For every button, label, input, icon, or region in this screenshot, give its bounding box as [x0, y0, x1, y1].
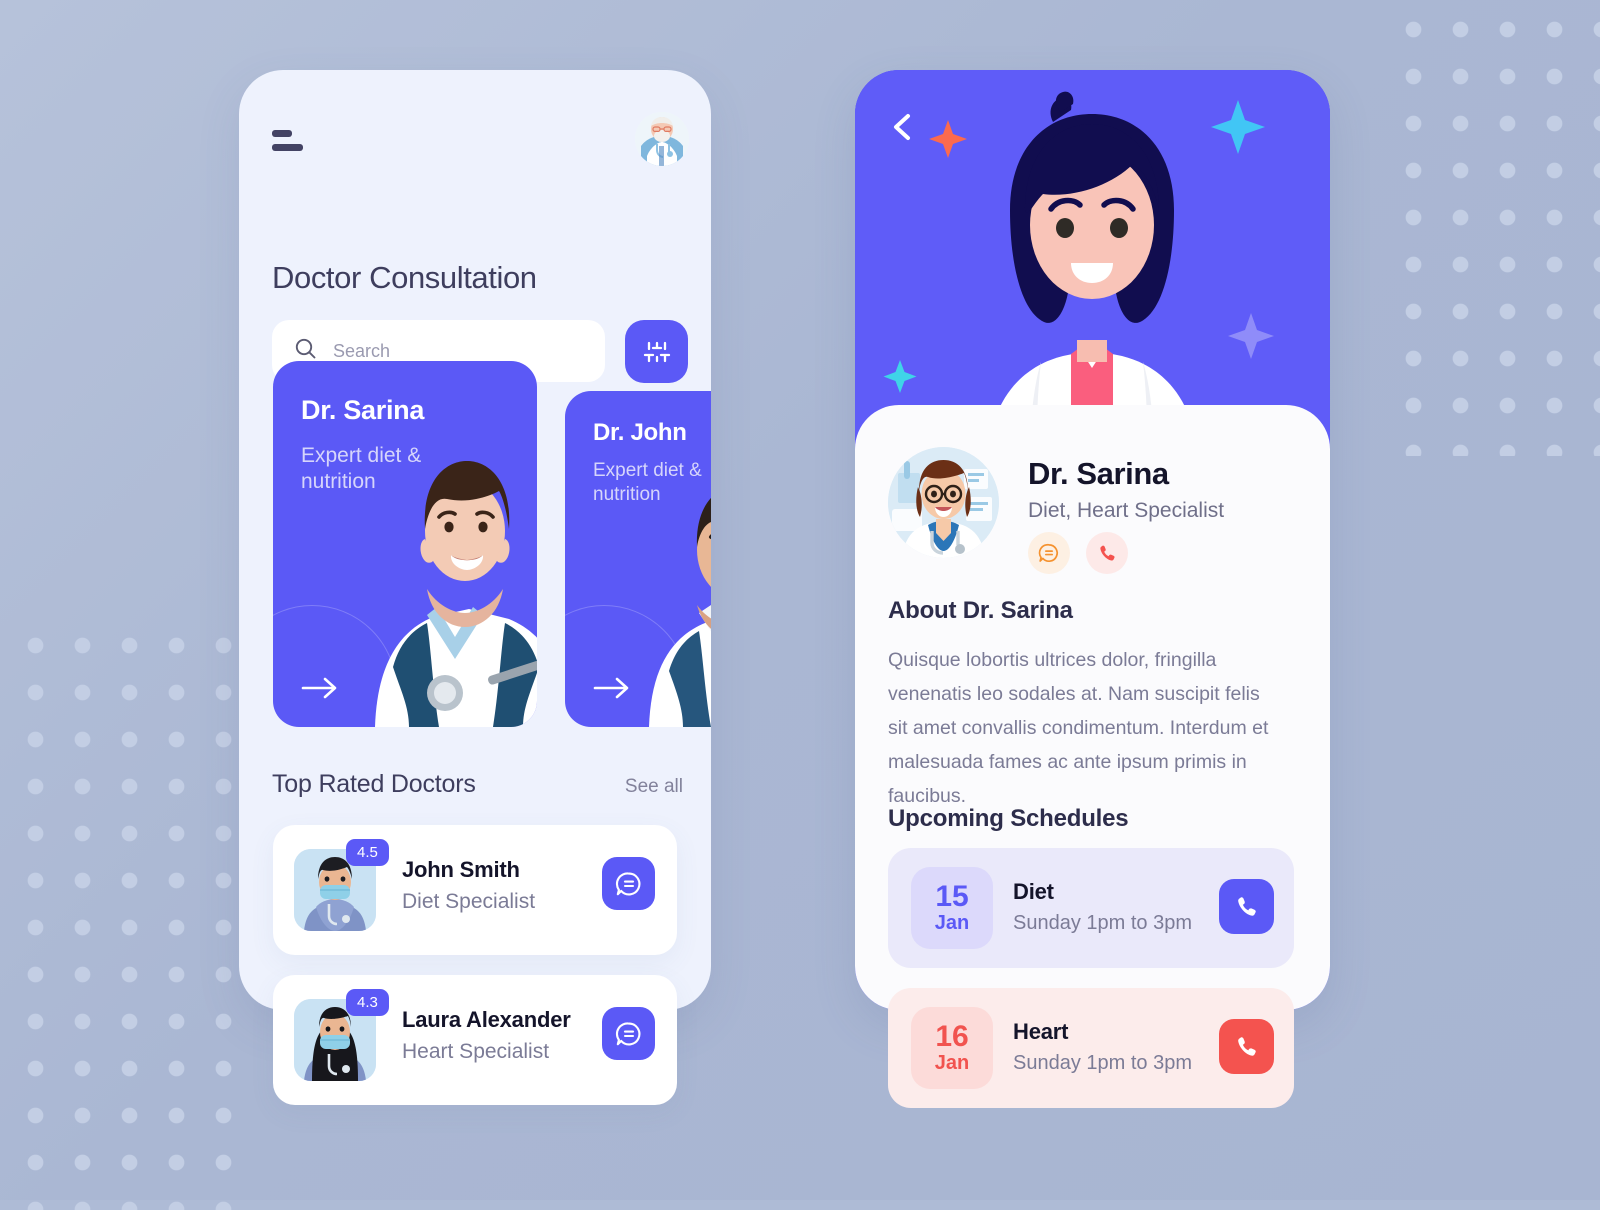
doctor-list-item[interactable]: 4.3 Laura Alexander Heart Specialist [273, 975, 677, 1105]
chat-bubble-icon[interactable] [602, 1007, 655, 1060]
schedule-month: Jan [934, 1052, 970, 1075]
doctor-name: John Smith [402, 857, 520, 882]
schedule-title: Heart [1013, 1019, 1069, 1044]
rating-badge: 4.5 [346, 839, 389, 866]
about-section-body: Quisque lobortis ultrices dolor, fringil… [888, 649, 1269, 807]
doctor-photo [375, 461, 537, 727]
schedule-title: Diet [1013, 879, 1054, 904]
doctor-action-row [1028, 532, 1128, 574]
schedule-item[interactable]: 16 Jan Heart Sunday 1pm to 3pm [888, 988, 1294, 1108]
schedules-section-title: Upcoming Schedules [888, 805, 1129, 832]
schedule-item[interactable]: 15 Jan Diet Sunday 1pm to 3pm [888, 848, 1294, 968]
doctor-name: Dr. Sarina [1028, 456, 1169, 491]
phone-screen-doctor-list: Doctor Consultation Search Dr. John Expe… [239, 70, 711, 1105]
chat-bubble-icon[interactable] [602, 857, 655, 910]
doctor-specialty: Heart Specialist [402, 1040, 550, 1063]
schedule-date-box: 15 Jan [911, 867, 993, 949]
doctor-list-item[interactable]: 4.5 John Smith Diet Specialist [273, 825, 677, 955]
hamburger-menu-icon[interactable] [272, 130, 337, 151]
arrow-right-icon[interactable] [301, 675, 341, 701]
doctor-name: Laura Alexander [402, 1007, 571, 1032]
promo-card[interactable]: Dr. Sarina Expert diet & nutrition [273, 361, 537, 727]
section-title: Top Rated Doctors [272, 770, 476, 798]
top-bar [272, 112, 689, 172]
phone-icon[interactable] [1219, 1019, 1274, 1074]
phone-screen-doctor-detail: Dr. Sarina Diet, Heart Specialist About [855, 70, 1330, 1108]
sliders-filter-icon[interactable] [625, 320, 688, 383]
page-title: Doctor Consultation [272, 260, 537, 295]
top-rated-section-header: Top Rated Doctors See all [272, 770, 683, 799]
user-avatar[interactable] [635, 112, 689, 166]
doctor-specialty: Diet Specialist [402, 890, 536, 913]
phone-icon[interactable] [1219, 879, 1274, 934]
phone-icon[interactable] [1086, 532, 1128, 574]
about-section-title: About Dr. Sarina [888, 597, 1073, 624]
schedule-day: 16 [935, 1019, 969, 1053]
promo-name: Dr. John [593, 419, 687, 446]
decorative-dot-pattern-left [0, 610, 236, 1210]
search-placeholder: Search [333, 340, 391, 361]
arrow-right-icon[interactable] [593, 675, 633, 701]
decorative-dot-pattern-right [1378, 0, 1600, 456]
promo-card[interactable]: Dr. John Expert diet & nutrition [565, 391, 711, 727]
schedule-time: Sunday 1pm to 3pm [1013, 1052, 1192, 1074]
chevron-left-icon[interactable] [887, 110, 921, 144]
doctor-specialty: Diet, Heart Specialist [1028, 499, 1225, 522]
rating-badge: 4.3 [346, 989, 389, 1016]
doctor-avatar [888, 447, 999, 558]
see-all-link[interactable]: See all [625, 776, 683, 798]
chat-bubble-icon[interactable] [1028, 532, 1070, 574]
schedule-time: Sunday 1pm to 3pm [1013, 912, 1192, 934]
schedule-day: 15 [935, 879, 969, 913]
promo-name: Dr. Sarina [301, 395, 425, 425]
schedule-month: Jan [934, 912, 970, 935]
doctor-photo [649, 498, 711, 727]
schedule-date-box: 16 Jan [911, 1007, 993, 1089]
